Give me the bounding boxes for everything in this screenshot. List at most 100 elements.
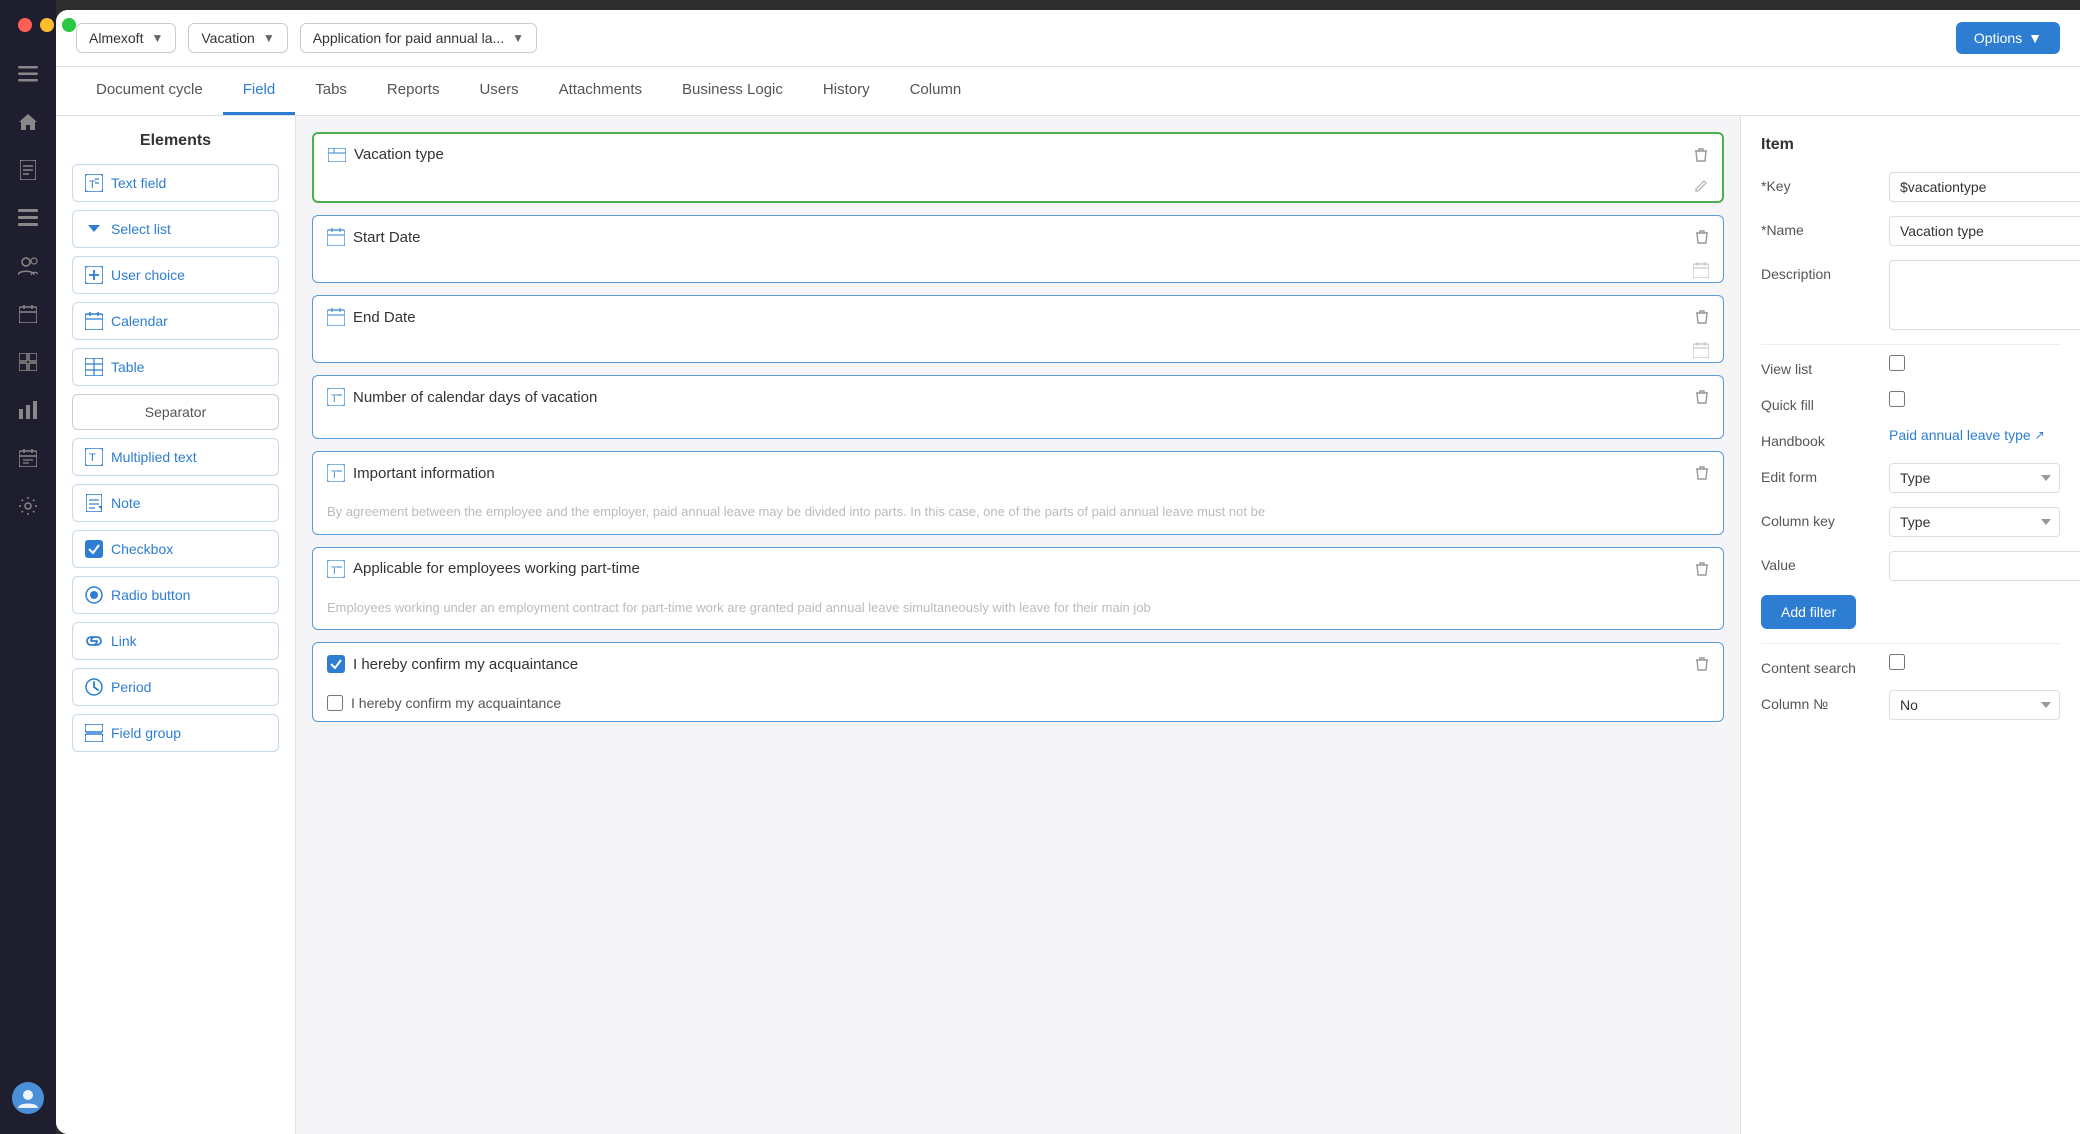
- tab-users[interactable]: Users: [459, 67, 538, 115]
- element-select-list[interactable]: Select list: [72, 210, 279, 248]
- field-end-date[interactable]: End Date: [312, 295, 1724, 363]
- prop-view-list-checkbox[interactable]: [1889, 355, 1905, 371]
- properties-title: Item: [1761, 136, 2060, 154]
- important-info-placeholder: By agreement between the employee and th…: [327, 504, 1265, 519]
- prop-quick-fill-row: Quick fill: [1761, 391, 2060, 413]
- confirm-checkbox-row: I hereby confirm my acquaintance: [313, 685, 1723, 721]
- options-button[interactable]: Options ▼: [1956, 22, 2060, 54]
- element-period[interactable]: Period: [72, 668, 279, 706]
- element-field-group[interactable]: Field group: [72, 714, 279, 752]
- prop-value-input[interactable]: [1889, 551, 2080, 581]
- element-radio-button[interactable]: Radio button: [72, 576, 279, 614]
- add-filter-button[interactable]: Add filter: [1761, 595, 1856, 629]
- svg-text:T: T: [89, 179, 96, 191]
- user-avatar[interactable]: [12, 1082, 44, 1114]
- delete-end-date-icon[interactable]: [1695, 309, 1709, 325]
- prop-name-row: *Name 🌐: [1761, 216, 2060, 246]
- confirm-checkbox[interactable]: [327, 695, 343, 711]
- grid-icon[interactable]: [14, 348, 42, 376]
- field-applicable-parttime[interactable]: T Applicable for employees working part-…: [312, 547, 1724, 631]
- radio-button-icon: [85, 586, 103, 604]
- field-start-date-header: Start Date: [313, 216, 1723, 258]
- schedule-icon[interactable]: [14, 444, 42, 472]
- prop-description-label: Description: [1761, 260, 1881, 282]
- maximize-dot[interactable]: [62, 18, 76, 32]
- field-num-calendar-days[interactable]: T Number of calendar days of vacation: [312, 375, 1724, 439]
- prop-column-key-label: Column key: [1761, 507, 1881, 529]
- element-note[interactable]: Note: [72, 484, 279, 522]
- note-icon: [85, 494, 103, 512]
- prop-column-no-select[interactable]: No: [1889, 690, 2060, 720]
- tab-reports[interactable]: Reports: [367, 67, 460, 115]
- tab-field[interactable]: Field: [223, 67, 296, 115]
- app-chevron-icon: ▼: [263, 31, 275, 45]
- close-dot[interactable]: [18, 18, 32, 32]
- document-icon[interactable]: [14, 156, 42, 184]
- users-icon[interactable]: [14, 252, 42, 280]
- user-choice-label: User choice: [111, 267, 185, 283]
- link-icon: [85, 632, 103, 650]
- element-separator[interactable]: Separator: [72, 394, 279, 430]
- document-chevron-icon: ▼: [512, 31, 524, 45]
- prop-description-textarea[interactable]: [1889, 260, 2080, 330]
- prop-name-input[interactable]: [1889, 216, 2080, 246]
- radio-button-label: Radio button: [111, 587, 190, 603]
- prop-value-value: ↗: [1889, 551, 2080, 581]
- element-multiplied-text[interactable]: T Multiplied text: [72, 438, 279, 476]
- home-icon[interactable]: [14, 108, 42, 136]
- prop-edit-form-label: Edit form: [1761, 463, 1881, 485]
- field-vacation-type[interactable]: Vacation type: [312, 132, 1724, 203]
- calendar-icon[interactable]: [14, 300, 42, 328]
- tab-attachments[interactable]: Attachments: [539, 67, 662, 115]
- chart-icon[interactable]: [14, 396, 42, 424]
- element-table[interactable]: Table: [72, 348, 279, 386]
- element-calendar[interactable]: Calendar: [72, 302, 279, 340]
- delete-vacation-type-icon[interactable]: [1694, 147, 1708, 163]
- prop-key-input[interactable]: [1889, 172, 2080, 202]
- menu-icon[interactable]: [14, 60, 42, 88]
- prop-content-search-checkbox[interactable]: [1889, 654, 1905, 670]
- field-start-date[interactable]: Start Date: [312, 215, 1724, 283]
- tab-business-logic[interactable]: Business Logic: [662, 67, 803, 115]
- app-selector[interactable]: Vacation ▼: [188, 23, 287, 53]
- element-user-choice[interactable]: User choice: [72, 256, 279, 294]
- top-bar: Almexoft ▼ Vacation ▼ Application for pa…: [56, 10, 2080, 67]
- properties-panel: Item *Key *Name 🌐: [1740, 116, 2080, 1134]
- prop-quick-fill-checkbox[interactable]: [1889, 391, 1905, 407]
- prop-column-key-select[interactable]: Type: [1889, 507, 2060, 537]
- tab-column[interactable]: Column: [890, 67, 982, 115]
- svg-text:T: T: [331, 469, 338, 481]
- prop-content-search-row: Content search: [1761, 654, 2060, 676]
- document-selector[interactable]: Application for paid annual la... ▼: [300, 23, 537, 53]
- delete-start-date-icon[interactable]: [1695, 229, 1709, 245]
- tab-document-cycle[interactable]: Document cycle: [76, 67, 223, 115]
- tab-history[interactable]: History: [803, 67, 890, 115]
- prop-handbook-link[interactable]: Paid annual leave type ↗: [1889, 427, 2045, 443]
- field-confirm-acquaintance[interactable]: I hereby confirm my acquaintance I hereb…: [312, 642, 1724, 722]
- minimize-dot[interactable]: [40, 18, 54, 32]
- org-selector[interactable]: Almexoft ▼: [76, 23, 176, 53]
- text-field-label: Text field: [111, 175, 166, 191]
- settings-icon[interactable]: [14, 492, 42, 520]
- delete-num-days-icon[interactable]: [1695, 389, 1709, 405]
- prop-column-no-label: Column №: [1761, 690, 1881, 712]
- element-link[interactable]: Link: [72, 622, 279, 660]
- handbook-link-text: Paid annual leave type: [1889, 427, 2031, 443]
- delete-applicable-icon[interactable]: [1695, 561, 1709, 577]
- field-vacation-type-icon: [328, 148, 346, 162]
- field-num-days-icon: T: [327, 388, 345, 406]
- element-text-field[interactable]: T Text field: [72, 164, 279, 202]
- elements-panel: Elements T Text field Select list: [56, 116, 296, 1134]
- prop-value-row: Value ↗: [1761, 551, 2060, 581]
- confirm-checkbox-label: I hereby confirm my acquaintance: [351, 695, 561, 711]
- element-checkbox[interactable]: Checkbox: [72, 530, 279, 568]
- prop-edit-form-select[interactable]: Type: [1889, 463, 2060, 493]
- field-important-info[interactable]: T Important information By agreement bet…: [312, 451, 1724, 535]
- delete-important-info-icon[interactable]: [1695, 465, 1709, 481]
- list-icon[interactable]: [14, 204, 42, 232]
- table-el-icon: [85, 358, 103, 376]
- delete-confirm-icon[interactable]: [1695, 656, 1709, 672]
- tab-tabs[interactable]: Tabs: [295, 67, 367, 115]
- checkbox-icon: [85, 540, 103, 558]
- edit-vacation-type-icon[interactable]: [1694, 179, 1708, 193]
